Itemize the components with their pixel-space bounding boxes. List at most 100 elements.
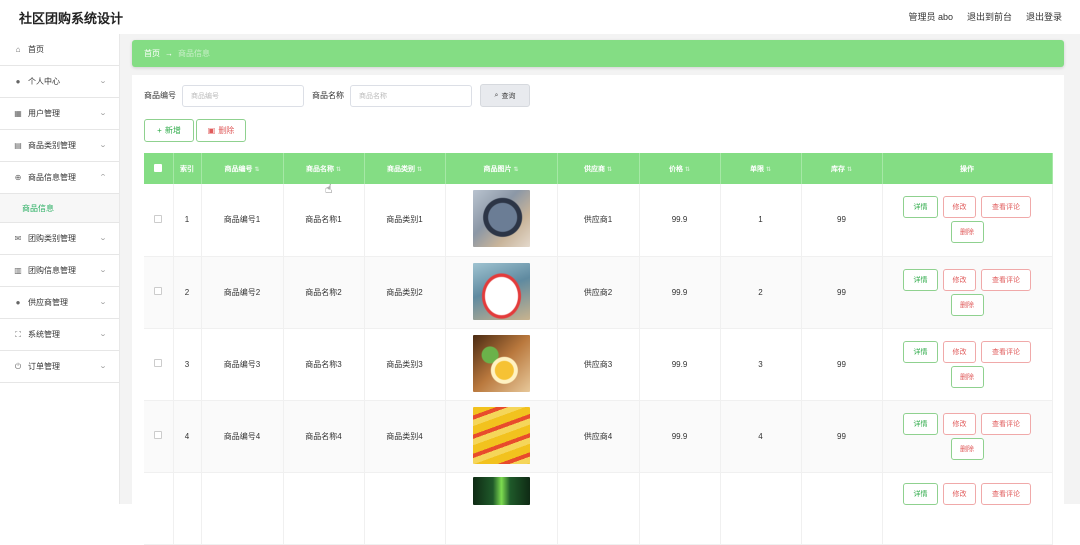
detail-button[interactable]: 详情 (903, 196, 938, 219)
query-button[interactable]: ⌕ 查询 (480, 84, 530, 107)
cell-index: 3 (173, 328, 202, 401)
sort-icon[interactable]: ⇅ (607, 167, 612, 173)
code-label: 商品编号 (144, 91, 176, 100)
sort-icon[interactable]: ⇅ (336, 167, 341, 173)
power-icon: ⏻ (14, 361, 22, 371)
row-select[interactable] (144, 400, 174, 473)
col-header-code[interactable]: 商品编号 ⇅ (201, 153, 284, 184)
detail-button[interactable]: 详情 (903, 482, 938, 505)
edit-button[interactable]: 修改 (943, 196, 976, 219)
sidebar-item-group-info[interactable]: ▥ 团购信息管理 ⌄ (0, 255, 119, 287)
header-label: 操作 (960, 165, 974, 173)
row-select[interactable] (144, 328, 174, 401)
checkbox[interactable] (154, 214, 163, 223)
breadcrumb-home[interactable]: 首页 (144, 48, 160, 59)
sidebar-item-profile[interactable]: ● 个人中心 ⌄ (0, 66, 119, 98)
sidebar-item-system[interactable]: ⛶ 系统管理 ⌄ (0, 319, 119, 351)
delete-button[interactable]: 删除 (950, 437, 984, 460)
sidebar-subitem-product-info[interactable]: 商品信息 (0, 194, 119, 223)
delete-button[interactable]: 删除 (950, 365, 984, 388)
cell-category: 商品类别3 (364, 328, 446, 401)
cell-code: 商品编号4 (201, 400, 284, 473)
sidebar-item-label: 订单管理 (28, 362, 60, 371)
sort-icon[interactable]: ⇅ (847, 167, 852, 173)
sidebar-item-label: 商品信息管理 (28, 173, 76, 182)
logout-link[interactable]: 退出登录 (1026, 10, 1062, 23)
col-header-limit[interactable]: 单限 ⇅ (720, 153, 802, 184)
view-reviews-button[interactable]: 查看评论 (981, 268, 1031, 291)
name-search-input[interactable]: 商品名称 (350, 84, 472, 107)
main-content: 首页 → 商品信息 商品编号 商品编号 商品名称 商品名称 ⌕ 查询 + 新增 … (120, 34, 1080, 545)
chevron-down-icon: ⌄ (98, 299, 108, 306)
view-reviews-button[interactable]: 查看评论 (981, 196, 1031, 219)
cell-supplier: 供应商4 (557, 400, 640, 473)
sidebar-item-orders[interactable]: ⏻ 订单管理 ⌄ (0, 351, 119, 383)
sort-icon[interactable]: ⇅ (417, 167, 422, 173)
sidebar-item-group-category[interactable]: ✉ 团购类别管理 ⌄ (0, 223, 119, 255)
row-select[interactable] (144, 472, 174, 545)
sidebar-item-label: 供应商管理 (28, 298, 68, 307)
sort-icon[interactable]: ⇅ (685, 167, 690, 173)
view-reviews-button[interactable]: 查看评论 (981, 340, 1031, 363)
cell-supplier: 供应商1 (557, 184, 640, 257)
detail-button[interactable]: 详情 (903, 268, 938, 291)
detail-button[interactable]: 详情 (903, 340, 938, 363)
sidebar-item-label: 团购信息管理 (28, 266, 76, 275)
edit-button[interactable]: 修改 (943, 412, 976, 435)
edit-button[interactable]: 修改 (943, 482, 976, 505)
row-select[interactable] (144, 184, 174, 257)
cell-supplier: 供应商3 (557, 328, 640, 401)
cell-category (364, 472, 446, 545)
sidebar-item-product-category[interactable]: ▤ 商品类别管理 ⌄ (0, 130, 119, 162)
top-bar: 社区团购系统设计 管理员 abo 退出到前台 退出登录 (0, 0, 1080, 34)
header-label: 库存 (830, 165, 845, 173)
delete-button[interactable]: 删除 (950, 293, 984, 316)
product-image-food (472, 334, 530, 392)
cell-index (173, 472, 202, 545)
view-reviews-button[interactable]: 查看评论 (981, 412, 1031, 435)
sidebar-item-home[interactable]: ⌂ 首页 (0, 34, 119, 66)
col-header-supplier[interactable]: 供应商 ⇅ (557, 153, 640, 184)
sidebar-item-users[interactable]: ▦ 用户管理 ⌄ (0, 98, 119, 130)
sidebar-item-product-info[interactable]: ⊕ 商品信息管理 ⌃ (0, 162, 119, 194)
product-table: 索引 商品编号 ⇅ 商品名称 ⇅ 商品类别 ⇅ 商品图片 ⇅ 供应商 ⇅ 价格 ⇅ 单限 ⇅ … (144, 153, 1053, 545)
col-header-stock[interactable]: 库存 ⇅ (801, 153, 883, 184)
view-reviews-button[interactable]: 查看评论 (981, 482, 1031, 505)
edit-button[interactable]: 修改 (943, 268, 976, 291)
cell-name: 商品名称2 (283, 256, 365, 329)
col-header-category[interactable]: 商品类别 ⇅ (364, 153, 446, 184)
checkbox[interactable] (154, 431, 163, 439)
col-header-name[interactable]: 商品名称 ⇅ (283, 153, 365, 184)
select-all-checkbox[interactable] (144, 153, 174, 184)
edit-button[interactable]: 修改 (943, 340, 976, 363)
delete-button[interactable]: 删除 (950, 221, 984, 244)
add-button-label: 新增 (164, 126, 181, 135)
breadcrumb-arrow: → (165, 49, 173, 58)
cell-price: 99.9 (639, 184, 721, 257)
plus-icon: + (157, 126, 162, 135)
cell-category: 商品类别4 (364, 400, 446, 473)
sidebar: ⌂ 首页 ● 个人中心 ⌄ ▦ 用户管理 ⌄ ▤ 商品类别管理 ⌄ ⊕ 商品信息… (0, 34, 120, 504)
sort-icon[interactable]: ⇅ (766, 167, 771, 173)
checkbox[interactable] (154, 287, 163, 295)
code-search-input[interactable]: 商品编号 (182, 84, 304, 107)
cell-image (445, 400, 558, 473)
checkbox[interactable] (154, 163, 163, 172)
col-header-price[interactable]: 价格 ⇅ (639, 153, 721, 184)
checkbox[interactable] (154, 359, 163, 367)
row-select[interactable] (144, 256, 174, 329)
add-button[interactable]: + 新增 (144, 119, 194, 142)
header-label: 商品类别 (386, 165, 415, 173)
exit-to-front-link[interactable]: 退出到前台 (967, 10, 1012, 23)
col-header-image[interactable]: 商品图片 ⇅ (445, 153, 558, 184)
col-header-index: 索引 (173, 153, 202, 184)
sort-icon[interactable]: ⇅ (513, 167, 518, 173)
sidebar-item-supplier[interactable]: ● 供应商管理 ⌄ (0, 287, 119, 319)
cell-image (445, 184, 558, 257)
detail-button[interactable]: 详情 (903, 412, 938, 435)
home-icon: ⌂ (15, 45, 21, 54)
cell-actions: 详情 修改 查看评论 删除 (882, 184, 1053, 257)
sort-icon[interactable]: ⇅ (254, 167, 259, 173)
cell-price: 99.9 (639, 400, 721, 473)
batch-delete-button[interactable]: ▣ 删除 (196, 119, 246, 142)
